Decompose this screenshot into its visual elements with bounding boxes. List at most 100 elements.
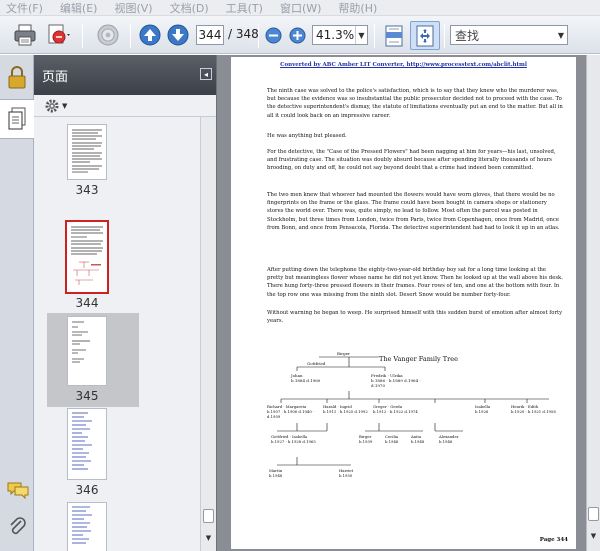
family-tree: The Vanger Family Tree Gottfried Birger … <box>267 347 563 532</box>
page-number-label: Page 344 <box>539 537 568 543</box>
menu-help[interactable]: 帮助(H) <box>338 0 377 16</box>
thumbnail-345[interactable] <box>67 316 107 386</box>
zoom-value: 41.3% <box>316 28 355 42</box>
menu-tools[interactable]: 工具(T) <box>226 0 263 16</box>
thumbnail-344-label: 344 <box>75 296 99 310</box>
tree-gen3-4: Henrik · Edith b.1920 · b.1921 d.1958 <box>511 404 561 415</box>
thumbnail-scrollbar[interactable]: ▼ <box>200 117 216 551</box>
tree-gen3-3-dates: b.1926 <box>475 408 489 414</box>
gear-icon <box>45 99 59 112</box>
tree-gen2-0-dates: b.1884 d.1960 <box>291 378 321 384</box>
attachments-button[interactable] <box>8 517 28 539</box>
prev-page-button[interactable] <box>138 23 162 47</box>
tree-gen3-1: Harald · Ingrid b.1911 · b.1925 d.1992 <box>323 404 369 415</box>
thumbnail-344[interactable] <box>65 220 109 294</box>
converter-header[interactable]: Converted by ABC Amber LIT Converter, ht… <box>231 62 576 68</box>
tree-gen3-4-dates: b.1920 · b.1921 d.1958 <box>511 408 556 414</box>
tree-gen4-3: Anita b.1948 <box>411 434 435 445</box>
thumbnail-list: 343 344 345 346 <box>34 117 200 551</box>
zoom-in-icon <box>289 27 305 43</box>
menu-view[interactable]: 视图(V) <box>114 0 152 16</box>
zoom-select[interactable]: 41.3% ▼ <box>312 25 368 45</box>
zoom-out-button[interactable] <box>264 26 282 44</box>
thumbnail-343-label: 343 <box>75 183 99 197</box>
menu-edit[interactable]: 编辑(E) <box>60 0 98 16</box>
thumbnail-347[interactable] <box>67 502 107 551</box>
find-placeholder: 查找 <box>455 28 480 43</box>
prev-page-icon <box>139 24 161 46</box>
print-button[interactable] <box>12 22 38 48</box>
paragraph-2: He was anything but pleased. <box>267 133 347 139</box>
thumbnail-344-preview <box>71 226 103 285</box>
options-chevron-icon: ▼ <box>62 101 68 110</box>
tree-gen4-0-dates: b.1927 · b.1928 d.1965 <box>271 438 316 444</box>
tree-gen1-1: Birger <box>337 351 350 356</box>
menu-document[interactable]: 文档(D) <box>170 0 209 16</box>
menu-file[interactable]: 文件(F) <box>6 0 43 16</box>
thumbnail-345-label: 345 <box>75 389 99 403</box>
options-button[interactable]: ▼ <box>44 98 67 114</box>
tree-gen5-1-dates: b.1950 <box>339 472 353 478</box>
menu-bar: 文件(F) 编辑(E) 视图(V) 文档(D) 工具(T) 窗口(W) 帮助(H… <box>0 0 600 16</box>
paragraph-6: Without warning he began to weep. He sur… <box>267 310 563 325</box>
chevron-down-icon: ▼ <box>355 26 367 44</box>
tree-gen5-1: Harriet b.1950 <box>339 468 369 479</box>
paragraph-3: For the detective, the "Case of the Pres… <box>267 149 556 172</box>
attachments-icon <box>10 517 26 535</box>
document-scrollbar[interactable]: ▼ <box>586 55 600 551</box>
tree-gen4-4: Alexander b.1946 <box>439 434 473 445</box>
scroll-down-icon[interactable]: ▼ <box>202 531 215 545</box>
pages-panel: 页面 ◂ ▼ 343 344 345 346 ▼ <box>34 55 216 551</box>
pages-panel-header: 页面 ◂ <box>34 55 216 95</box>
pages-icon <box>8 107 26 130</box>
zoom-out-icon <box>265 27 281 43</box>
thumbnail-343[interactable] <box>67 124 107 180</box>
tree-gen3-2-dates: b.1912 · b.1922 d.1974 <box>373 408 418 414</box>
fit-page-icon <box>416 25 434 46</box>
tree-gen4-1: Birger b.1939 <box>359 434 383 445</box>
tree-gen3-1-dates: b.1911 · b.1925 d.1992 <box>323 408 368 414</box>
fit-page-button[interactable] <box>410 21 440 50</box>
collaborate-button[interactable] <box>94 22 122 48</box>
tree-gen4-3-dates: b.1948 <box>411 438 425 444</box>
find-input[interactable]: 查找 ▼ <box>450 25 568 45</box>
tree-gen4-4-dates: b.1946 <box>439 438 453 444</box>
thumbnail-347-preview <box>72 506 92 544</box>
pages-tab[interactable] <box>0 99 34 139</box>
family-tree-title: The Vanger Family Tree <box>379 355 458 363</box>
document-viewport[interactable]: Converted by ABC Amber LIT Converter, ht… <box>216 55 600 551</box>
next-page-button[interactable] <box>166 23 190 47</box>
tree-gen2-0: Johan b.1884 d.1960 <box>291 373 331 383</box>
paragraph-5: After putting down the telephone the eig… <box>267 267 563 298</box>
tree-gen4-1-dates: b.1939 <box>359 438 373 444</box>
document-scroll-down-icon[interactable]: ▼ <box>587 529 600 543</box>
create-pdf-icon <box>48 24 70 44</box>
comments-button[interactable] <box>6 480 30 502</box>
document-page: Converted by ABC Amber LIT Converter, ht… <box>231 57 576 549</box>
fit-width-button[interactable] <box>380 22 408 49</box>
find-chevron-down-icon: ▼ <box>557 30 565 40</box>
create-pdf-button[interactable] <box>44 22 74 48</box>
tree-gen4-0: Gottfried · Isabella b.1927 · b.1928 d.1… <box>271 434 323 445</box>
page-number-input[interactable]: 344 <box>196 25 224 45</box>
tree-gen3-0: Richard · Margareta b.1907 · b.1906 d.19… <box>267 404 319 420</box>
zoom-in-button[interactable] <box>288 26 306 44</box>
document-scrollbar-thumb[interactable] <box>588 507 599 521</box>
panel-collapse-icon[interactable]: ◂ <box>200 68 212 80</box>
comments-icon <box>7 482 29 500</box>
menu-window[interactable]: 窗口(W) <box>280 0 321 16</box>
fit-width-icon <box>385 25 403 46</box>
printer-icon <box>14 24 36 46</box>
thumbnail-346[interactable] <box>67 408 107 480</box>
security-button[interactable] <box>6 65 28 89</box>
thumbnail-scrollbar-thumb[interactable] <box>203 509 214 523</box>
tree-gen4-2-dates: b.1946 <box>385 438 399 444</box>
tree-gen2-1: Fredrik · Ulrika b.1886 · b.1889 d.1964 … <box>371 373 431 389</box>
thumbnail-346-label: 346 <box>75 483 99 497</box>
pages-panel-title: 页面 <box>42 69 69 85</box>
paragraph-4: The two men knew that whoever had mounte… <box>267 192 560 231</box>
collaborate-icon <box>97 24 119 46</box>
pages-panel-toolbar: ▼ <box>34 95 216 117</box>
toolbar: 344 / 348 41.3% ▼ 查找 ▼ <box>0 16 600 54</box>
tree-gen3-0-dates: b.1907 · b.1906 d.1940 · d.1959 <box>267 408 315 419</box>
